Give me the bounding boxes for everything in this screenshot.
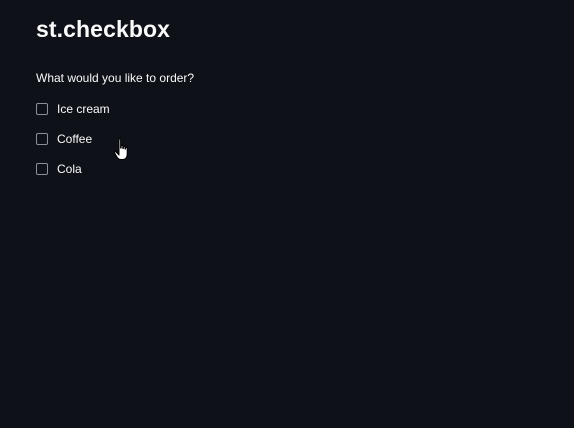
checkbox-group-label: What would you like to order? — [36, 71, 195, 85]
page-title: st.checkbox — [36, 16, 171, 42]
checkbox-box[interactable] — [36, 133, 48, 145]
app-root: st.checkbox What would you like to order… — [0, 0, 574, 428]
checkbox-label: Ice cream — [57, 102, 110, 116]
checkbox-box[interactable] — [36, 163, 48, 175]
main-content: st.checkbox What would you like to order… — [36, 14, 194, 184]
checkbox-group: Ice cream Coffee Cola — [36, 94, 194, 184]
checkbox-label: Cola — [57, 162, 82, 176]
checkbox-box[interactable] — [36, 103, 48, 115]
checkbox-label: Coffee — [57, 132, 93, 146]
checkbox-ice-cream[interactable]: Ice cream — [36, 94, 194, 124]
checkbox-cola[interactable]: Cola — [36, 154, 194, 184]
checkbox-coffee[interactable]: Coffee — [36, 124, 194, 154]
